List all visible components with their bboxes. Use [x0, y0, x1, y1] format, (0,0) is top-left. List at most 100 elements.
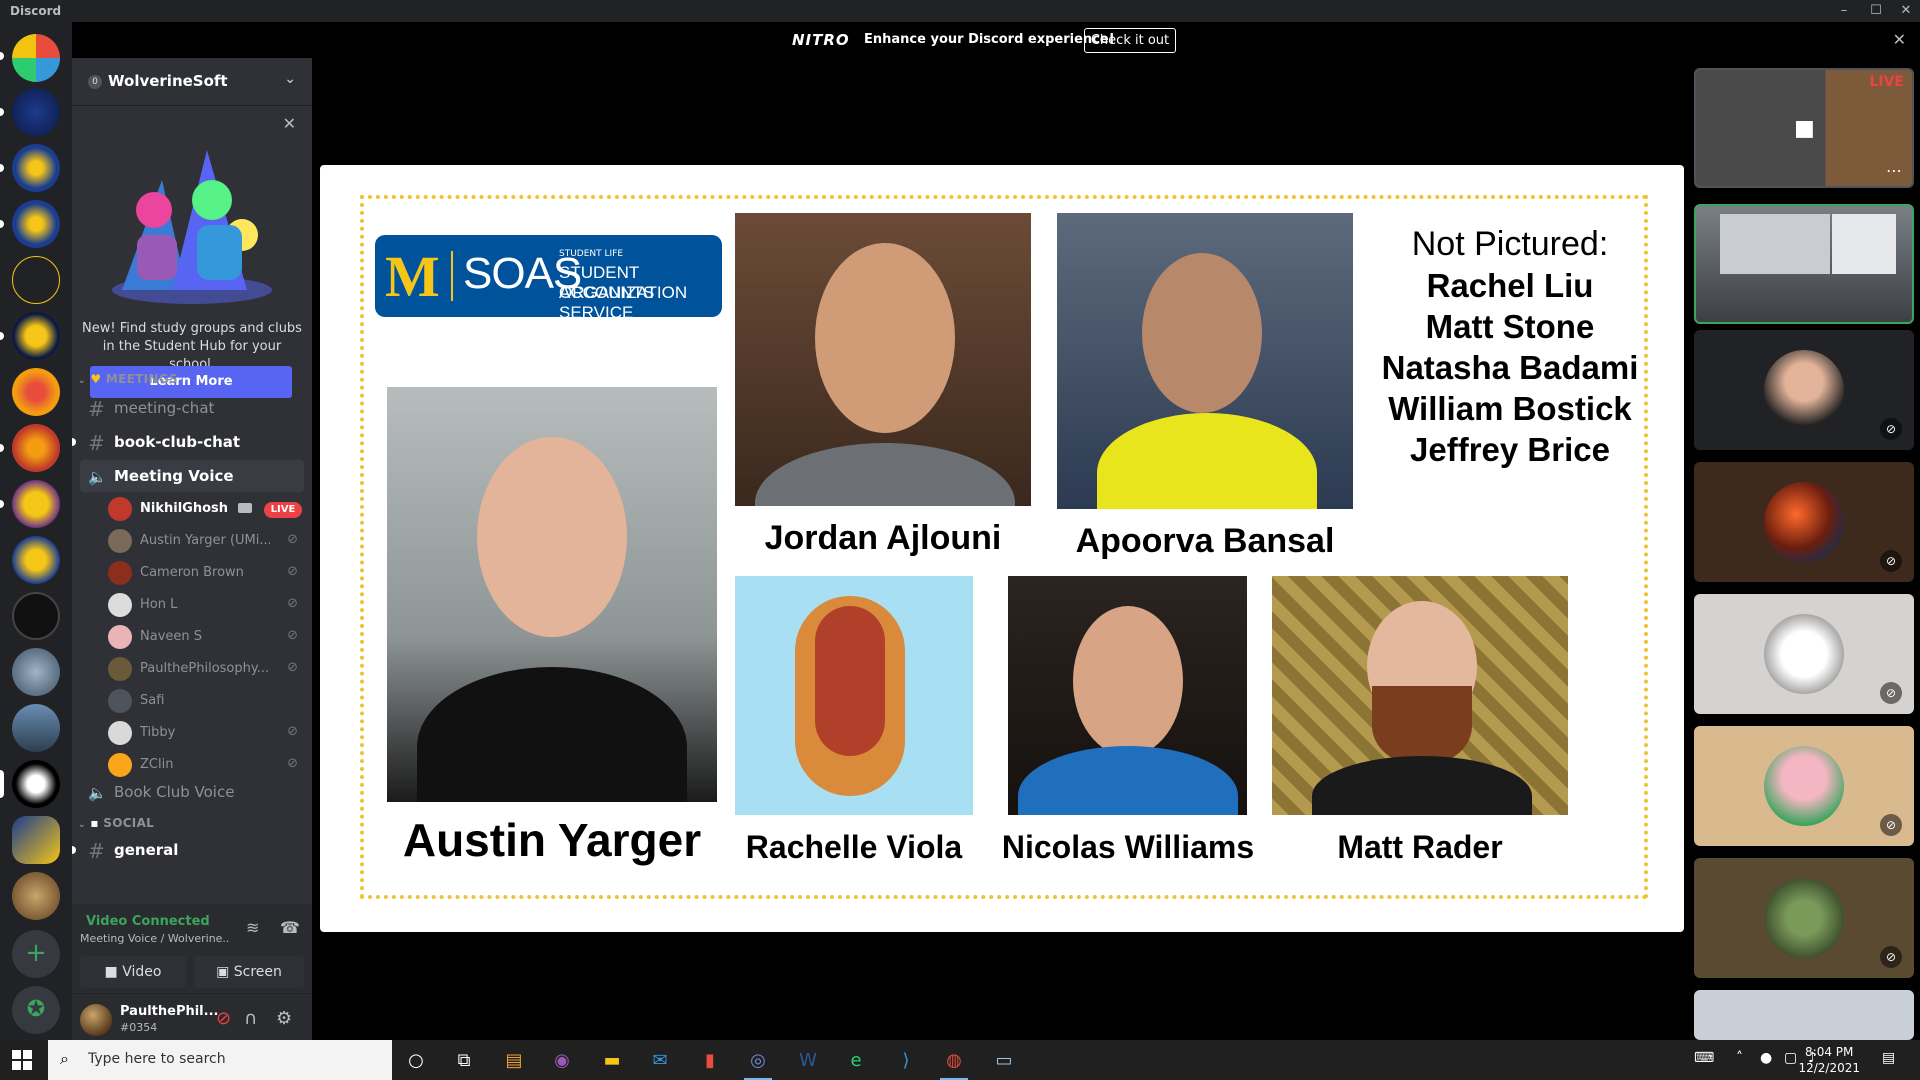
video-camera-icon: ■ — [1794, 116, 1815, 141]
channel-book-club-voice[interactable]: 🔈 Book Club Voice — [80, 776, 304, 808]
shirt-shape — [417, 667, 687, 802]
explore-servers-icon[interactable]: ✪ — [12, 986, 60, 1034]
taskbar-clock[interactable]: 8:04 PM 12/2/2021 — [1798, 1044, 1860, 1076]
mic-muted-icon[interactable]: ⊘ — [216, 1008, 231, 1029]
tile-participant[interactable] — [1694, 990, 1914, 1040]
add-server-icon[interactable]: + — [12, 930, 60, 978]
photo-rachelle-viola — [735, 576, 973, 815]
voice-user[interactable]: Austin Yarger (UMi... ⊘ — [108, 526, 304, 556]
nitro-logo: NITRO — [792, 31, 850, 49]
voice-user[interactable]: NikhilGhosh LIVE — [108, 494, 304, 524]
taskbar-search-box[interactable]: ⌕ Type here to search — [48, 1040, 392, 1080]
gear-icon[interactable]: ⚙ — [276, 1008, 292, 1029]
mic-muted-icon: ⊘ — [287, 532, 298, 547]
category-meetings[interactable]: ⌄ ♥ MEETINGS — [78, 372, 178, 386]
server-icon[interactable] — [12, 200, 60, 248]
vscode-icon[interactable]: ⟩ — [886, 1046, 926, 1076]
tile-participant[interactable]: ⊘ — [1694, 726, 1914, 846]
server-icon[interactable] — [12, 872, 60, 920]
hub-close-icon[interactable]: ✕ — [283, 114, 296, 133]
voice-user[interactable]: Cameron Brown ⊘ — [108, 558, 304, 588]
category-social[interactable]: ⌄ ▪ SOCIAL — [78, 816, 154, 830]
edge-icon[interactable]: e — [836, 1046, 876, 1076]
server-icon[interactable] — [12, 648, 60, 696]
mic-muted-icon: ⊘ — [1880, 946, 1902, 968]
server-icon[interactable] — [12, 144, 60, 192]
server-icon[interactable] — [12, 368, 60, 416]
chevron-down-icon[interactable]: ⌄ — [284, 71, 296, 87]
server-icon[interactable] — [12, 760, 60, 808]
tile-participant[interactable]: ⊘ — [1694, 594, 1914, 714]
server-icon[interactable] — [12, 592, 60, 640]
user-avatar — [108, 657, 132, 681]
tile-live-stream[interactable]: LIVE ■ ⋯ — [1694, 68, 1914, 188]
channel-meeting-voice[interactable]: 🔈 Meeting Voice — [80, 460, 304, 492]
task-view-icon[interactable]: ⧉ — [444, 1046, 484, 1076]
channel-meeting-chat[interactable]: # meeting-chat — [80, 392, 304, 424]
tile-participant[interactable]: ⊘ — [1694, 462, 1914, 582]
discord-taskbar-icon[interactable]: ◎ — [738, 1046, 778, 1080]
store-icon[interactable]: ▤ — [494, 1046, 534, 1076]
maximize-button[interactable]: ☐ — [1862, 1, 1890, 21]
network-icon[interactable]: ▢ — [1784, 1050, 1797, 1066]
word-icon[interactable]: W — [788, 1046, 828, 1076]
channel-book-club-chat[interactable]: # book-club-chat — [72, 426, 304, 458]
file-explorer-icon[interactable]: ▬ — [592, 1046, 632, 1076]
tile-classroom-video[interactable] — [1694, 204, 1914, 324]
voice-user[interactable]: PaulthePhilosophy... ⊘ — [108, 654, 304, 684]
voice-user-name: PaulthePhilosophy... — [140, 661, 270, 676]
channel-general[interactable]: # general — [72, 834, 304, 866]
server-icon[interactable] — [12, 704, 60, 752]
cortana-icon[interactable]: ○ — [396, 1046, 436, 1076]
user-avatar[interactable] — [80, 1004, 112, 1036]
voice-user[interactable]: Tibby ⊘ — [108, 718, 304, 748]
server-icon[interactable] — [12, 88, 60, 136]
server-icon[interactable] — [12, 34, 60, 82]
chrome-icon[interactable]: ◍ — [934, 1046, 974, 1080]
noise-suppression-icon[interactable]: ≋ — [246, 918, 259, 937]
server-icon[interactable] — [12, 312, 60, 360]
photo-matt-rader — [1272, 576, 1568, 815]
guild-header[interactable]: 0 WolverineSoft ⌄ — [72, 58, 312, 106]
mail-icon[interactable]: ✉ — [640, 1046, 680, 1076]
minimize-button[interactable]: – — [1830, 1, 1858, 21]
user-avatar — [108, 753, 132, 777]
windows-start-icon[interactable] — [12, 1050, 32, 1070]
mic-muted-icon: ⊘ — [1880, 814, 1902, 836]
nitro-close-icon[interactable]: ✕ — [1893, 30, 1906, 49]
server-icon[interactable] — [12, 424, 60, 472]
headphones-icon[interactable]: ∩ — [244, 1008, 257, 1029]
notepad-icon[interactable]: ▭ — [984, 1046, 1024, 1076]
voice-user[interactable]: Safi — [108, 686, 304, 716]
close-window-button[interactable]: ✕ — [1892, 1, 1920, 21]
chevron-up-icon[interactable]: ˄ — [1736, 1050, 1743, 1066]
video-button[interactable]: ■ Video — [80, 956, 186, 988]
office-icon[interactable]: ▮ — [690, 1046, 730, 1076]
server-icon[interactable] — [12, 256, 60, 304]
keyboard-icon[interactable]: ⌨ — [1694, 1050, 1714, 1066]
category-label: MEETINGS — [105, 372, 178, 386]
disconnect-icon[interactable]: ☎ — [280, 918, 300, 937]
app-icon[interactable]: ◉ — [542, 1046, 582, 1076]
voice-user-name: Naveen S — [140, 629, 203, 644]
speaker-icon: 🔈 — [88, 784, 107, 802]
tile-participant[interactable]: ⊘ — [1694, 858, 1914, 978]
server-icon[interactable] — [12, 480, 60, 528]
participant-tiles: LIVE ■ ⋯ ⊘ ⊘ ⊘ ⊘ ⊘ — [1690, 58, 1920, 1040]
tile-participant[interactable]: ⊘ — [1694, 330, 1914, 450]
screen-share-button[interactable]: ▣ Screen — [194, 956, 304, 988]
not-pictured-list: Rachel Liu Matt Stone Natasha Badami Willia… — [1360, 265, 1660, 470]
voice-user[interactable]: Naveen S ⊘ — [108, 622, 304, 652]
nitro-cta-button[interactable]: Check it out — [1084, 28, 1176, 53]
voice-user[interactable]: Hon L ⊘ — [108, 590, 304, 620]
server-icon[interactable] — [12, 536, 60, 584]
voice-channel-path[interactable]: Meeting Voice / Wolverine... — [80, 932, 230, 945]
server-icon-wolverinesoft[interactable] — [12, 816, 60, 864]
suit-shape — [1312, 756, 1532, 815]
name-jordan-ajlouni: Jordan Ajlouni — [764, 519, 1002, 557]
user-avatar — [108, 529, 132, 553]
notifications-icon[interactable]: ▤ — [1882, 1050, 1895, 1066]
microphone-icon[interactable]: ● — [1760, 1050, 1772, 1066]
more-options-icon[interactable]: ⋯ — [1886, 161, 1902, 180]
voice-status[interactable]: Video Connected — [86, 914, 210, 929]
